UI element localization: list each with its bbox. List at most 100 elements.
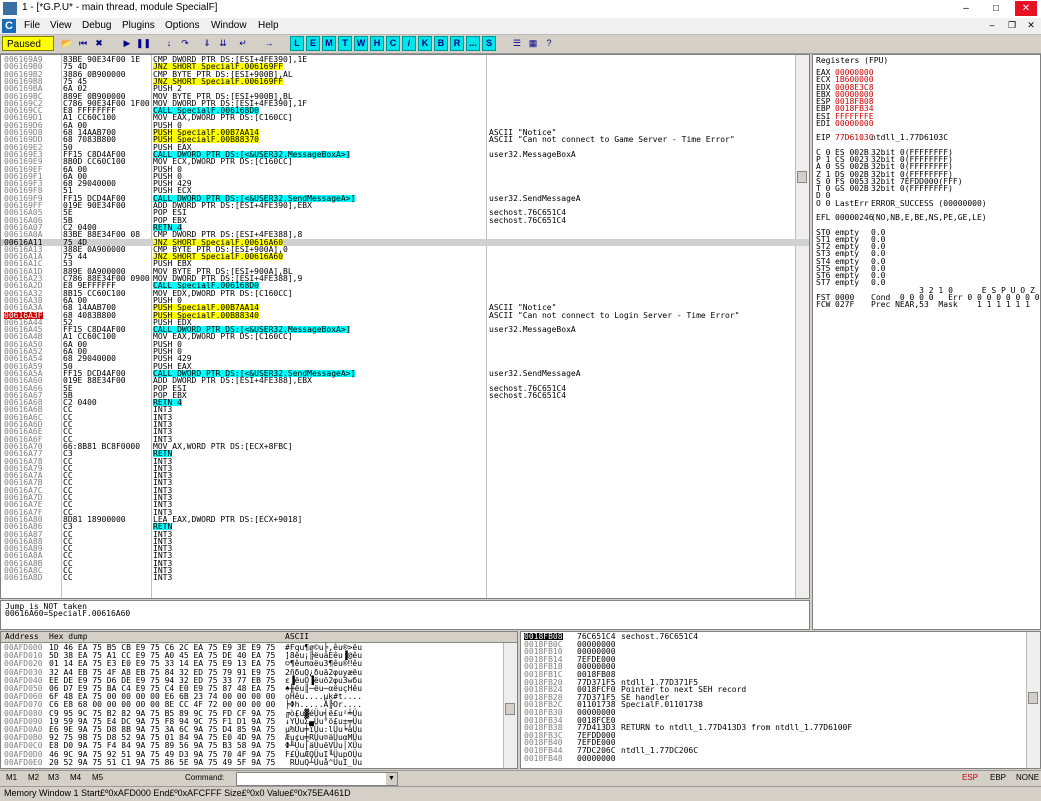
dump-address[interactable]: 00AFD080 [4, 709, 43, 717]
dump-address[interactable]: 00AFD060 [4, 693, 43, 701]
dump-row[interactable]: 00AFD0E0 20 52 9A 75 51 C1 9A 75 86 5E 9A… [1, 758, 517, 766]
dump-row[interactable]: 00AFD030 32 A4 EB 75 4F A8 EB 75 84 32 ED… [1, 668, 517, 676]
dump-row[interactable]: 00AFD090 19 59 9A 75 E4 DC 9A 75 F8 94 9C… [1, 717, 517, 725]
disasm-row[interactable]: 00616A13 388E 0A900000 CMP BYTE PTR DS:[ES… [1, 245, 809, 253]
disasm-row[interactable]: 00616A7D CC INT3 [1, 494, 809, 502]
disasm-row[interactable]: 00616A67 5B POP EBX sechost.76C651C4 [1, 391, 809, 399]
stack-row[interactable]: 0018FB44 77DC206C ntdll_1.77DC206C [521, 747, 1040, 755]
dump-address[interactable]: 00AFD0E0 [4, 758, 43, 766]
disasm-row[interactable]: 006169D6 6A 00 PUSH 0 [1, 121, 809, 129]
dump-row[interactable]: 00AFD040 EE DE E9 75 D6 DE E9 75 94 32 ED… [1, 676, 517, 684]
disasm-row[interactable]: 00616A77 C3 RETN [1, 450, 809, 458]
toolbar-memory-button[interactable]: M [322, 36, 336, 51]
toolbar-patches-button[interactable]: / [402, 36, 416, 51]
dump-row[interactable]: 00AFD050 06 D7 E9 75 BA C4 E9 75 C4 E0 E9… [1, 685, 517, 693]
dump-address[interactable]: 00AFD0B0 [4, 734, 43, 742]
disasm-row[interactable]: 00616A6D CC INT3 [1, 421, 809, 429]
step-into-icon[interactable]: ↓ [162, 36, 176, 51]
toolbar-runtrace-button[interactable]: ... [466, 36, 480, 51]
reg-toggle-none[interactable]: NONE [1016, 773, 1039, 782]
mdi-close-icon[interactable]: ✕ [1024, 19, 1038, 32]
disasm-row[interactable]: 006169EF 6A 00 PUSH 0 [1, 165, 809, 173]
register-row[interactable]: FCW 027F Prec NEAR,53 Mask 1 1 1 1 1 1 [813, 301, 1040, 309]
chevron-down-icon[interactable]: ▼ [386, 773, 397, 785]
dump-row[interactable]: 00AFD0D0 46 9C 9A 75 92 51 9A 75 49 D3 9A… [1, 750, 517, 758]
disasm-row[interactable]: 00616A32 8B15 CC60C100 MOV EDX,DWORD PTR D… [1, 289, 809, 297]
register-row[interactable]: T 0 GS 002B 32bit 0(FFFFFFFF) [813, 185, 1040, 193]
disasm-row[interactable]: 00616A66 5E POP ESI sechost.76C651C4 [1, 384, 809, 392]
toolbar-callstack-button[interactable]: K [418, 36, 432, 51]
dump-header-ascii[interactable]: ASCII [285, 632, 309, 642]
disasm-row[interactable]: 00616A8B CC INT3 [1, 559, 809, 567]
dump-address[interactable]: 00AFD0C0 [4, 742, 43, 750]
disasm-row[interactable]: 00616A38 6A 00 PUSH 0 [1, 296, 809, 304]
step-over-icon[interactable]: ↷ [178, 36, 192, 51]
memory-tab-m4[interactable]: M4 [70, 773, 81, 782]
stack-address[interactable]: 0018FB1C [524, 671, 563, 679]
disasm-row[interactable]: 006169D1 A1 CC60C100 MOV EAX,DWORD PTR DS:… [1, 114, 809, 122]
disasm-row[interactable]: 006169A9 83BE 90E34F00 1E CMP DWORD PTR DS… [1, 56, 809, 64]
disasm-row[interactable]: 006169E9 8B0D CC60C100 MOV ECX,DWORD PTR D… [1, 158, 809, 166]
stack-address[interactable]: 0018FB30 [524, 709, 563, 717]
dump-address[interactable]: 00AFD020 [4, 660, 43, 668]
stack-row[interactable]: 0018FB08 76C651C4 sechost.76C651C4 [521, 633, 1040, 641]
disasm-row[interactable]: 006169C2 C786 90E34F00 1F00 MOV DWORD PTR … [1, 99, 809, 107]
menu-plugins[interactable]: Plugins [122, 20, 155, 31]
dump-address[interactable]: 00AFD070 [4, 701, 43, 709]
dump-row[interactable]: 00AFD070 C6 E8 68 00 00 00 00 00 8E CC 4F… [1, 701, 517, 709]
dump-row[interactable]: 00AFD0A0 E6 9E 9A 75 D8 8B 9A 75 3A 6C 9A… [1, 726, 517, 734]
disasm-row[interactable]: 00616A1A 75 44 JNZ SHORT SpecialF.00616A60 [1, 253, 809, 261]
dump-header-hex[interactable]: Hex dump [49, 632, 88, 642]
dump-address[interactable]: 00AFD090 [4, 717, 43, 725]
disasm-row[interactable]: 00616A70 66:8B81 BC8F0000 MOV AX,WORD PTR … [1, 442, 809, 450]
stack-pane[interactable]: 0018FB08 76C651C4 sechost.76C651C4 0018FB0C… [520, 631, 1041, 769]
memory-tab-m3[interactable]: M3 [48, 773, 59, 782]
toolbar-handles-button[interactable]: H [370, 36, 384, 51]
disasm-row[interactable]: 006169B8 75 45 JNZ SHORT SpecialF.006169FF [1, 77, 809, 85]
dump-row[interactable]: 00AFD0C0 E8 D0 9A 75 F4 84 9A 75 89 56 9A… [1, 742, 517, 750]
disasm-row[interactable]: 00616A87 CC INT3 [1, 530, 809, 538]
register-value[interactable]: 00000246 [835, 214, 874, 222]
mdi-minimize-icon[interactable]: – [985, 19, 999, 32]
stack-row[interactable]: 0018FB30 00000000 [521, 709, 1040, 717]
stack-address[interactable]: 0018FB08 [524, 633, 563, 641]
disasm-row[interactable]: 00616A79 CC INT3 [1, 464, 809, 472]
menu-file[interactable]: File [24, 20, 40, 31]
dump-header-address[interactable]: Address [5, 632, 39, 642]
disasm-row[interactable]: 00616A05 5E POP ESI sechost.76C651C4 [1, 209, 809, 217]
stack-address[interactable]: 0018FB44 [524, 747, 563, 755]
dump-address[interactable]: 00AFD040 [4, 676, 43, 684]
dump-address[interactable]: 00AFD0D0 [4, 750, 43, 758]
disasm-row[interactable]: 006169F3 68 29040000 PUSH 429 [1, 180, 809, 188]
disasm-row[interactable]: 00616A54 68 29040000 PUSH 429 [1, 355, 809, 363]
dump-address[interactable]: 00AFD0A0 [4, 726, 43, 734]
stack-address[interactable]: 0018FB48 [524, 754, 563, 762]
disasm-row[interactable]: 00616A50 6A 00 PUSH 0 [1, 340, 809, 348]
menu-options[interactable]: Options [165, 20, 199, 31]
disasm-row[interactable]: 006169FF 019E 90E34F00 ADD DWORD PTR DS:[E… [1, 202, 809, 210]
disasm-row[interactable]: 00616A86 C3 RETN [1, 523, 809, 531]
disasm-row[interactable]: 00616A88 CC INT3 [1, 537, 809, 545]
disasm-row[interactable]: 00616A8C CC INT3 [1, 567, 809, 575]
disasm-row[interactable]: 00616A6C CC INT3 [1, 413, 809, 421]
hex-dump-pane[interactable]: Address Hex dump ASCII 00AFD000 1D 46 EA … [0, 631, 518, 769]
register-value[interactable]: LastErr [835, 199, 869, 207]
register-row[interactable]: EFL 00000246 (NO,NB,E,BE,NS,PE,GE,LE) [813, 214, 1040, 222]
disasm-row[interactable]: 00616A7E CC INT3 [1, 501, 809, 509]
register-value[interactable]: 00000000 [835, 119, 874, 127]
list-icon[interactable]: ☰ [510, 36, 524, 51]
menu-view[interactable]: View [50, 20, 72, 31]
register-value[interactable]: 77D6103C [835, 134, 874, 142]
trace-into-icon[interactable]: ⇓ [200, 36, 214, 51]
disasm-row[interactable]: 00616A8A CC INT3 [1, 552, 809, 560]
mdi-restore-icon[interactable]: ❐ [1005, 19, 1019, 32]
appearance-icon[interactable]: ▦ [526, 36, 540, 51]
disasm-address[interactable]: 00616A8D [4, 574, 43, 582]
menu-debug[interactable]: Debug [82, 20, 111, 31]
disasm-row[interactable]: 00616A0A 83BE 88E34F00 08 CMP DWORD PTR DS… [1, 231, 809, 239]
register-value[interactable]: GS 002B [835, 185, 869, 193]
disasm-row[interactable]: 006169CC E8 FFFFFFFF CALL SpecialF.006168D… [1, 107, 809, 115]
dump-address[interactable]: 00AFD030 [4, 668, 43, 676]
reg-toggle-esp[interactable]: ESP [962, 773, 978, 782]
stack-row[interactable]: 0018FB48 00000000 [521, 754, 1040, 762]
